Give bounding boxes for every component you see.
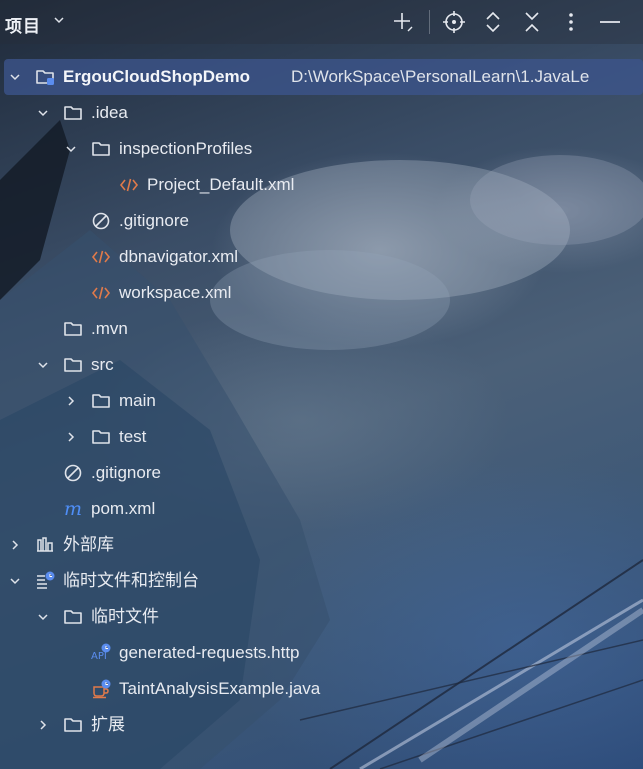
chevron-down-icon[interactable] xyxy=(38,360,48,370)
tree-node[interactable]: dbnavigator.xml xyxy=(0,239,643,275)
tree-node-label: 扩展 xyxy=(91,715,125,734)
tree-node[interactable]: 外部库 xyxy=(0,527,643,563)
folder-icon xyxy=(92,430,110,444)
folder-icon xyxy=(64,106,82,120)
folder-icon xyxy=(64,358,82,372)
tree-node-label: ErgouCloudShopDemo xyxy=(63,67,250,86)
tree-node-label: TaintAnalysisExample.java xyxy=(119,679,321,698)
collapse-all-icon[interactable] xyxy=(520,10,544,34)
folder-icon xyxy=(92,394,110,408)
more-icon[interactable] xyxy=(559,10,583,34)
xml-file-icon xyxy=(91,286,111,300)
chevron-right-icon[interactable] xyxy=(66,396,76,406)
tool-window-title[interactable]: 项目 xyxy=(5,12,41,37)
ignore-file-icon xyxy=(64,464,82,482)
add-icon[interactable] xyxy=(391,10,415,34)
tree-node[interactable]: TaintAnalysisExample.java xyxy=(0,671,643,707)
chevron-right-icon[interactable] xyxy=(10,540,20,550)
tree-node[interactable]: .gitignore xyxy=(0,203,643,239)
svg-text:API: API xyxy=(91,651,107,662)
tree-node[interactable]: inspectionProfiles xyxy=(0,131,643,167)
tree-node-label: .gitignore xyxy=(91,463,161,482)
tree-node[interactable]: .idea xyxy=(0,95,643,131)
http-file-icon: API xyxy=(91,643,111,662)
project-path: D:\WorkSpace\PersonalLearn\1.JavaLe xyxy=(291,67,590,86)
chevron-right-icon[interactable] xyxy=(66,432,76,442)
project-tree: ErgouCloudShopDemo D:\WorkSpace\PersonalL… xyxy=(0,59,643,743)
xml-file-icon xyxy=(119,178,139,192)
folder-icon xyxy=(64,322,82,336)
library-icon xyxy=(37,537,53,552)
tree-node[interactable]: main xyxy=(0,383,643,419)
module-folder-icon xyxy=(36,70,54,85)
locate-icon[interactable] xyxy=(442,10,466,34)
project-tool-window-header: 项目 xyxy=(0,0,643,44)
tree-node[interactable]: .mvn xyxy=(0,311,643,347)
tree-node[interactable]: 临时文件 xyxy=(0,599,643,635)
toolbar-separator xyxy=(429,10,430,34)
tree-node-label: pom.xml xyxy=(91,499,156,518)
tree-node-label: workspace.xml xyxy=(119,283,232,302)
tree-node-label: .idea xyxy=(91,103,128,122)
tree-node-label: 临时文件和控制台 xyxy=(63,571,199,590)
chevron-down-icon[interactable] xyxy=(54,15,64,25)
tree-node-label: .mvn xyxy=(91,319,128,338)
chevron-down-icon[interactable] xyxy=(38,612,48,622)
xml-file-icon xyxy=(91,250,111,264)
tree-node[interactable]: m pom.xml xyxy=(0,491,643,527)
maven-file-icon: m xyxy=(64,499,82,519)
tree-node-label: 临时文件 xyxy=(91,607,159,626)
tree-node[interactable]: .gitignore xyxy=(0,455,643,491)
tree-node[interactable]: ErgouCloudShopDemo D:\WorkSpace\PersonalL… xyxy=(4,59,643,95)
minimize-icon[interactable] xyxy=(598,10,622,34)
tree-node-label: dbnavigator.xml xyxy=(119,247,239,266)
ignore-file-icon xyxy=(92,212,110,230)
expand-all-icon[interactable] xyxy=(481,10,505,34)
svg-text:m: m xyxy=(64,499,82,519)
folder-icon xyxy=(64,718,82,732)
tree-node-label: generated-requests.http xyxy=(119,643,300,662)
tree-node[interactable]: test xyxy=(0,419,643,455)
tree-node-label: test xyxy=(119,427,147,446)
tree-node[interactable]: workspace.xml xyxy=(0,275,643,311)
tree-node-label: inspectionProfiles xyxy=(119,139,253,158)
folder-icon xyxy=(64,610,82,624)
tree-node[interactable]: 临时文件和控制台 xyxy=(0,563,643,599)
chevron-down-icon[interactable] xyxy=(10,576,20,586)
tree-node-label: src xyxy=(91,355,114,374)
chevron-down-icon[interactable] xyxy=(10,72,20,82)
tree-node-label: Project_Default.xml xyxy=(147,175,295,194)
tree-node-label: .gitignore xyxy=(119,211,189,230)
java-scratch-icon xyxy=(93,679,111,699)
tree-node[interactable]: src xyxy=(0,347,643,383)
folder-icon xyxy=(92,142,110,156)
tree-node[interactable]: API generated-requests.http xyxy=(0,635,643,671)
tree-node-label: main xyxy=(119,391,156,410)
tree-node[interactable]: Project_Default.xml xyxy=(0,167,643,203)
chevron-down-icon[interactable] xyxy=(38,108,48,118)
chevron-down-icon[interactable] xyxy=(66,144,76,154)
tree-node[interactable]: 扩展 xyxy=(0,707,643,743)
scratches-icon xyxy=(37,571,55,589)
chevron-right-icon[interactable] xyxy=(38,720,48,730)
tree-node-label: 外部库 xyxy=(63,535,114,554)
